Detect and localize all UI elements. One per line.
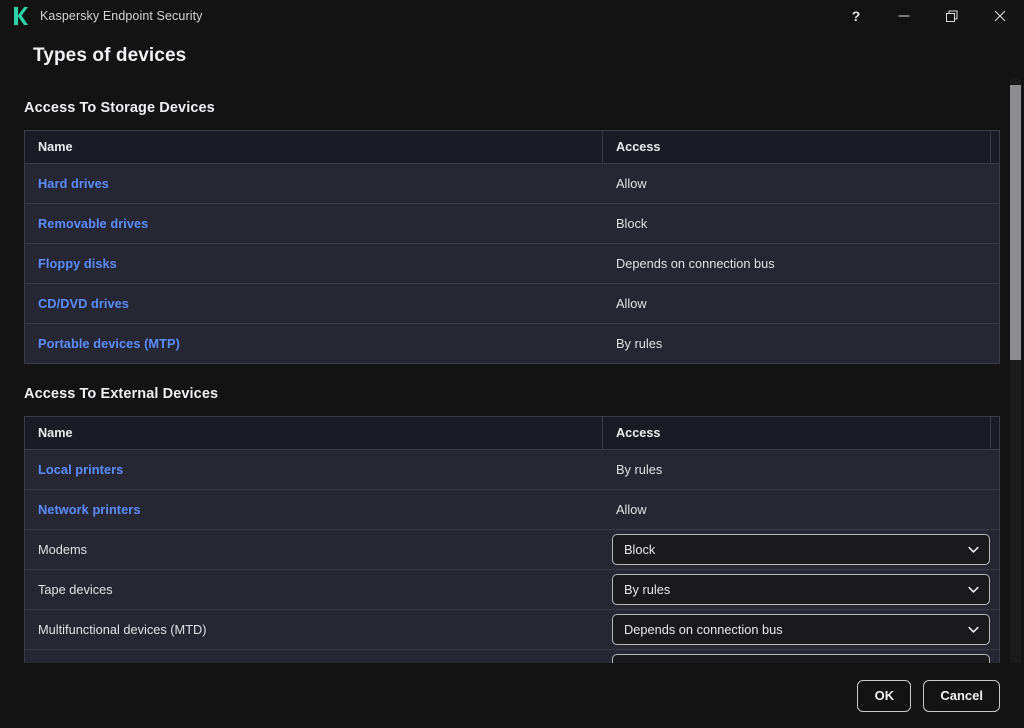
device-name-link[interactable]: Floppy disks bbox=[38, 256, 117, 271]
table-row[interactable]: Modems Block bbox=[25, 530, 999, 570]
access-cell: Allow bbox=[603, 296, 999, 311]
table-row[interactable]: Multifunctional devices (MTD) Depends on … bbox=[25, 610, 999, 650]
settings-scroll-area: Access To Storage DevicesNameAccessHard … bbox=[0, 79, 1024, 663]
table-row[interactable]: CD/DVD drives Allow bbox=[25, 284, 999, 324]
devices-table: NameAccess Local printers By rules Network … bbox=[24, 416, 1000, 663]
device-name-cell: Tape devices bbox=[25, 582, 603, 597]
column-header-name[interactable]: Name bbox=[25, 131, 603, 163]
chevron-down-icon bbox=[967, 543, 980, 556]
table-row[interactable] bbox=[25, 650, 999, 663]
device-name-label: Tape devices bbox=[38, 582, 113, 597]
ok-button[interactable]: OK bbox=[857, 680, 911, 712]
access-dropdown[interactable] bbox=[612, 654, 990, 663]
minimize-button[interactable] bbox=[880, 0, 928, 31]
column-header-gutter bbox=[991, 417, 999, 449]
device-name-link[interactable]: Removable drives bbox=[38, 216, 148, 231]
access-dropdown-value: By rules bbox=[624, 582, 967, 597]
device-name-cell: Hard drives bbox=[25, 176, 603, 191]
chevron-down-icon bbox=[967, 583, 980, 596]
access-dropdown[interactable]: Depends on connection bus bbox=[612, 614, 990, 645]
table-header-row: NameAccess bbox=[25, 417, 999, 450]
access-dropdown-value: Block bbox=[624, 542, 967, 557]
section-title: Access To External Devices bbox=[24, 364, 1024, 402]
window-controls: ? bbox=[832, 0, 1024, 31]
chevron-down-icon bbox=[967, 623, 980, 636]
vertical-scrollbar-thumb[interactable] bbox=[1010, 85, 1021, 360]
device-name-link[interactable]: CD/DVD drives bbox=[38, 296, 129, 311]
device-name-cell: Removable drives bbox=[25, 216, 603, 231]
section-title: Access To Storage Devices bbox=[24, 79, 1024, 116]
column-header-name[interactable]: Name bbox=[25, 417, 603, 449]
access-value: Block bbox=[616, 216, 647, 231]
vertical-scrollbar[interactable] bbox=[1010, 79, 1021, 663]
access-value: Allow bbox=[616, 296, 647, 311]
access-value: By rules bbox=[616, 336, 662, 351]
access-cell: Allow bbox=[603, 176, 999, 191]
column-header-access[interactable]: Access bbox=[603, 417, 991, 449]
table-row[interactable]: Network printers Allow bbox=[25, 490, 999, 530]
access-cell: Depends on connection bus bbox=[603, 256, 999, 271]
access-value: By rules bbox=[616, 462, 662, 477]
access-value: Allow bbox=[616, 176, 647, 191]
device-name-cell: Network printers bbox=[25, 502, 603, 517]
access-value: Depends on connection bus bbox=[616, 256, 775, 271]
device-name-cell: Local printers bbox=[25, 462, 603, 477]
sections-container: Access To Storage DevicesNameAccessHard … bbox=[0, 79, 1024, 663]
page-title: Types of devices bbox=[33, 45, 1024, 67]
close-button[interactable] bbox=[976, 0, 1024, 31]
device-name-cell: Floppy disks bbox=[25, 256, 603, 271]
title-bar: Kaspersky Endpoint Security ? bbox=[0, 0, 1024, 31]
column-header-gutter bbox=[991, 131, 999, 163]
table-row[interactable]: Tape devices By rules bbox=[25, 570, 999, 610]
table-row[interactable]: Local printers By rules bbox=[25, 450, 999, 490]
access-cell: Allow bbox=[603, 502, 999, 517]
table-row[interactable]: Portable devices (MTP) By rules bbox=[25, 324, 999, 364]
kaspersky-logo-icon bbox=[12, 6, 28, 26]
device-name-cell: Portable devices (MTP) bbox=[25, 336, 603, 351]
minimize-icon bbox=[898, 10, 910, 22]
device-name-link[interactable]: Hard drives bbox=[38, 176, 109, 191]
access-dropdown-value: Depends on connection bus bbox=[624, 622, 967, 637]
access-cell: Block bbox=[603, 534, 999, 565]
access-cell: By rules bbox=[603, 462, 999, 477]
table-row[interactable]: Floppy disks Depends on connection bus bbox=[25, 244, 999, 284]
access-cell: By rules bbox=[603, 336, 999, 351]
help-icon: ? bbox=[852, 9, 861, 23]
table-row[interactable]: Removable drives Block bbox=[25, 204, 999, 244]
device-name-cell: Multifunctional devices (MTD) bbox=[25, 622, 603, 637]
access-dropdown[interactable]: By rules bbox=[612, 574, 990, 605]
device-name-link[interactable]: Portable devices (MTP) bbox=[38, 336, 180, 351]
access-cell: Block bbox=[603, 216, 999, 231]
column-header-access[interactable]: Access bbox=[603, 131, 991, 163]
table-header-row: NameAccess bbox=[25, 131, 999, 164]
access-cell: Depends on connection bus bbox=[603, 614, 999, 645]
access-dropdown[interactable]: Block bbox=[612, 534, 990, 565]
device-name-link[interactable]: Local printers bbox=[38, 462, 123, 477]
dialog-footer: OK Cancel bbox=[0, 663, 1024, 728]
device-name-cell: Modems bbox=[25, 542, 603, 557]
device-name-label: Multifunctional devices (MTD) bbox=[38, 622, 207, 637]
device-name-cell: CD/DVD drives bbox=[25, 296, 603, 311]
restore-icon bbox=[946, 10, 958, 22]
access-value: Allow bbox=[616, 502, 647, 517]
table-row[interactable]: Hard drives Allow bbox=[25, 164, 999, 204]
device-name-label: Modems bbox=[38, 542, 87, 557]
access-cell: By rules bbox=[603, 574, 999, 605]
help-button[interactable]: ? bbox=[832, 0, 880, 31]
cancel-button[interactable]: Cancel bbox=[923, 680, 1000, 712]
app-title: Kaspersky Endpoint Security bbox=[40, 9, 203, 23]
restore-button[interactable] bbox=[928, 0, 976, 31]
access-cell bbox=[603, 654, 999, 663]
device-name-link[interactable]: Network printers bbox=[38, 502, 141, 517]
devices-table: NameAccess Hard drives Allow Removable driv… bbox=[24, 130, 1000, 364]
close-icon bbox=[994, 10, 1006, 22]
